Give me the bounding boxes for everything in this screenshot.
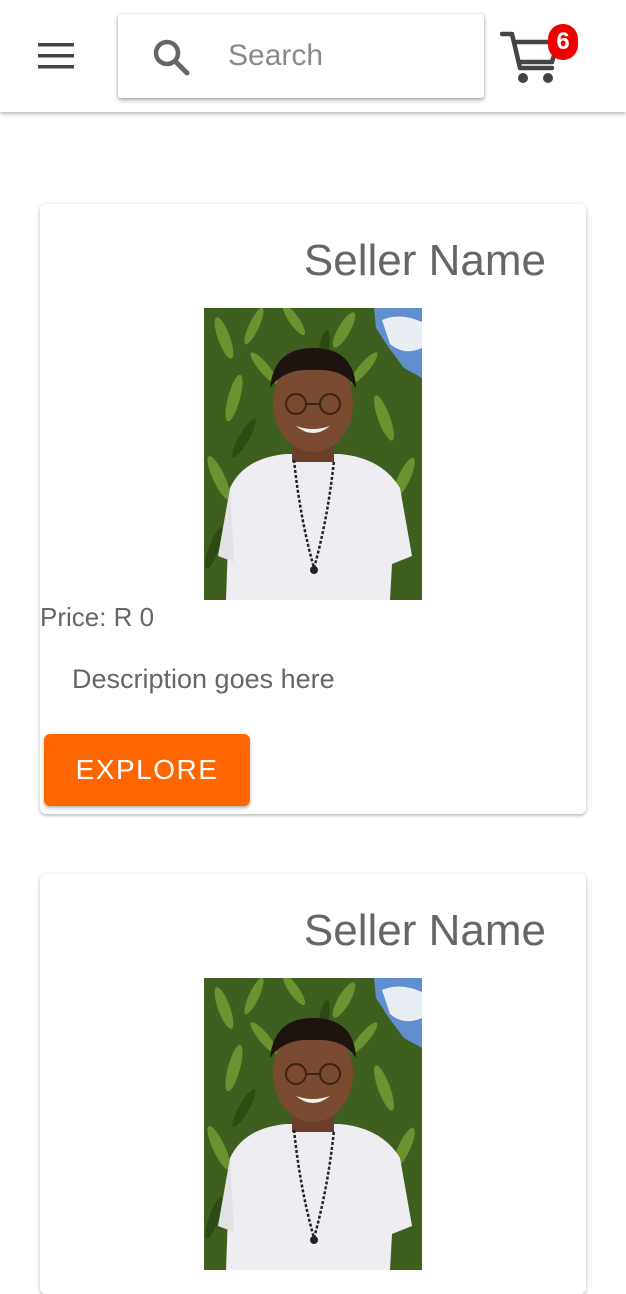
product-price: Price: R 0 <box>40 602 155 632</box>
seller-photo <box>204 308 422 600</box>
explore-button[interactable]: EXPLORE <box>44 734 250 806</box>
seller-name: Seller Name <box>303 906 546 955</box>
cart-button[interactable]: 6 <box>500 24 580 88</box>
product-card: Seller Name Price: R 0 Description goes … <box>40 204 586 814</box>
app-bar: 6 <box>0 0 626 112</box>
menu-button[interactable] <box>26 30 86 82</box>
seller-photo <box>204 978 422 1270</box>
cart-count-badge: 6 <box>548 24 578 60</box>
hamburger-menu-icon <box>38 43 74 69</box>
search-box <box>118 14 484 98</box>
seller-name: Seller Name <box>303 236 546 285</box>
product-description: Description goes here <box>72 664 335 694</box>
product-card: Seller Name <box>40 874 586 1294</box>
search-icon[interactable] <box>152 38 190 76</box>
search-input[interactable] <box>228 30 468 82</box>
